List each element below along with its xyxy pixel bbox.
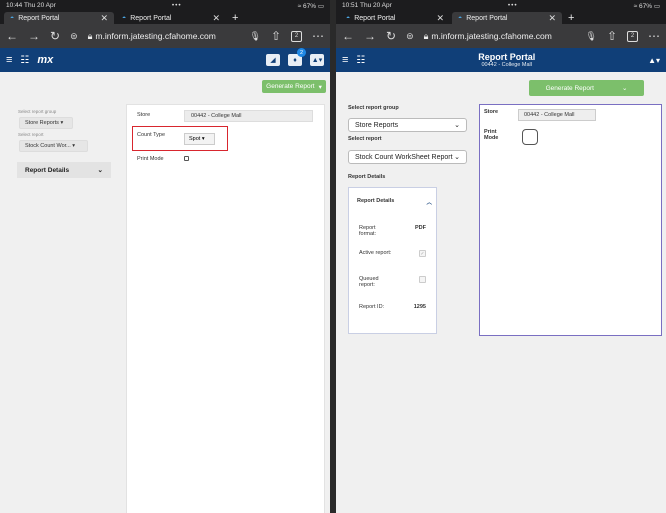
report-group-select[interactable]: Store Reports ▾ xyxy=(19,117,73,129)
report-details-heading: Report Details xyxy=(348,174,386,180)
close-tab-icon[interactable]: ✕ xyxy=(100,13,108,24)
detail-row: Active report: ✓ xyxy=(359,250,426,257)
address-bar: ← → ↻ ⊜ 🔒︎ m.inform.jatesting.cfahome.com… xyxy=(336,24,666,48)
detail-row: Queued report: xyxy=(349,276,436,288)
print-mode-checkbox[interactable] xyxy=(184,156,189,161)
report-details-toggle[interactable]: Report Details ⌄ xyxy=(17,162,111,178)
portal-favicon-icon: ◓ xyxy=(458,14,463,22)
report-params-panel: Store 00442 - College Mall Print Mode xyxy=(479,104,662,336)
url-field[interactable]: 🔒︎ m.inform.jatesting.cfahome.com xyxy=(88,31,240,42)
chevron-down-icon: ⌄ xyxy=(621,85,628,92)
print-mode-label: Print Mode xyxy=(137,156,164,162)
browser-tab[interactable]: ◓ Report Portal ✕ xyxy=(452,12,562,24)
more-icon[interactable]: ⋯ xyxy=(312,29,324,43)
url-field[interactable]: 🔒︎ m.inform.jatesting.cfahome.com xyxy=(424,31,576,42)
mic-icon[interactable]: 🎙︎ xyxy=(586,31,597,42)
reader-icon[interactable]: ⊜ xyxy=(406,31,414,42)
forward-icon[interactable]: → xyxy=(364,29,376,43)
portal-favicon-icon: ◓ xyxy=(10,14,15,22)
browser-tab[interactable]: ◓ Report Portal ✕ xyxy=(340,12,450,24)
menu-icon[interactable]: ≡ xyxy=(342,54,348,66)
tab-count-button[interactable]: 2 xyxy=(627,30,638,42)
browser-tab[interactable]: ◓ Report Portal ✕ xyxy=(116,12,226,24)
notifications-icon[interactable]: ♦ 2 xyxy=(288,48,306,66)
reader-icon[interactable]: ⊜ xyxy=(70,31,78,42)
store-label: Store xyxy=(484,109,499,115)
app-logo: mx xyxy=(37,54,54,66)
count-type-select[interactable]: Spot ▾ xyxy=(184,133,215,145)
left-screenshot: 10:44 Thu 20 Apr ••• ≈ 67% ▭ ◓ Report Po… xyxy=(0,0,330,513)
user-menu-icon[interactable]: ▲▾ xyxy=(310,54,324,66)
list-icon[interactable]: ☷ xyxy=(356,55,365,66)
report-select[interactable]: Stock Count Wor... ▾ xyxy=(19,140,88,152)
report-params-panel: Store 00442 - College Mall Count Type Sp… xyxy=(126,104,325,513)
right-screenshot: 10:51 Thu 20 Apr ••• ≈ 67% ▭ ◓ Report Po… xyxy=(336,0,666,513)
chevron-down-icon: ▾ xyxy=(318,83,322,91)
page-content: Generate Report ⌄ Select report group Sto… xyxy=(336,72,666,513)
select-group-label: Select report group xyxy=(348,105,399,111)
browser-tab-bar: ◓ Report Portal ✕ ◓ Report Portal ✕ + xyxy=(0,11,330,24)
browser-tab[interactable]: ◓ Report Portal ✕ xyxy=(4,12,114,24)
store-field: 00442 - College Mall xyxy=(184,110,313,122)
report-group-select[interactable]: Store Reports ⌄ xyxy=(348,118,467,132)
tab-count-button[interactable]: 2 xyxy=(291,30,302,42)
notification-badge: 2 xyxy=(297,48,306,57)
user-menu-icon[interactable]: ▲▾ xyxy=(648,56,660,65)
queued-report-checkbox xyxy=(419,276,426,283)
forward-icon[interactable]: → xyxy=(28,29,40,43)
back-icon[interactable]: ← xyxy=(6,29,18,43)
select-report-label: Select report xyxy=(18,132,44,137)
app-header: ≡ ☷ mx ◢ ♦ 2 ▲▾ xyxy=(0,48,330,72)
store-label: Store xyxy=(137,112,151,118)
print-mode-label: Print Mode xyxy=(484,129,499,141)
close-tab-icon[interactable]: ✕ xyxy=(548,13,556,24)
edit-icon[interactable]: ◢ xyxy=(266,54,280,66)
report-select[interactable]: Stock Count WorkSheet Report ⌄ xyxy=(348,150,467,164)
reload-icon[interactable]: ↻ xyxy=(386,29,396,43)
app-title-block: Report Portal 00442 - College Mall xyxy=(373,52,640,68)
portal-favicon-icon: ◓ xyxy=(122,14,127,22)
report-details-box: Report Details ︿ Report format: PDF Active… xyxy=(348,187,437,334)
status-bar: 10:51 Thu 20 Apr ••• ≈ 67% ▭ xyxy=(336,0,666,11)
store-field: 00442 - College Mall xyxy=(518,109,596,121)
reload-icon[interactable]: ↻ xyxy=(50,29,60,43)
menu-icon[interactable]: ≡ xyxy=(6,54,12,66)
page-content: Generate Report ▾ Select report group Sto… xyxy=(0,72,330,513)
select-group-label: Select report group xyxy=(18,109,57,114)
new-tab-icon[interactable]: + xyxy=(232,12,238,24)
status-bar: 10:44 Thu 20 Apr ••• ≈ 67% ▭ xyxy=(0,0,330,11)
share-icon[interactable]: ⇧ xyxy=(607,29,617,43)
app-subtitle: 00442 - College Mall xyxy=(481,62,532,68)
list-icon[interactable]: ☷ xyxy=(20,55,29,66)
active-report-checkbox: ✓ xyxy=(419,250,426,257)
share-icon[interactable]: ⇧ xyxy=(271,29,281,43)
browser-tab-bar: ◓ Report Portal ✕ ◓ Report Portal ✕ + xyxy=(336,11,666,24)
detail-row: Report ID: 1295 xyxy=(359,304,426,310)
portal-favicon-icon: ◓ xyxy=(346,14,351,22)
close-tab-icon[interactable]: ✕ xyxy=(212,13,220,24)
mic-icon[interactable]: 🎙︎ xyxy=(250,31,261,42)
select-report-label: Select report xyxy=(348,136,382,142)
app-title: Report Portal xyxy=(478,52,536,62)
generate-report-button[interactable]: Generate Report ⌄ xyxy=(529,80,644,96)
chevron-down-icon: ⌄ xyxy=(454,154,460,161)
chevron-down-icon: ⌄ xyxy=(97,167,103,174)
print-mode-checkbox[interactable] xyxy=(522,129,538,145)
new-tab-icon[interactable]: + xyxy=(568,12,574,24)
app-header: ≡ ☷ Report Portal 00442 - College Mall ▲… xyxy=(336,48,666,72)
chevron-up-icon: ︿ xyxy=(426,200,432,206)
chevron-down-icon: ⌄ xyxy=(454,122,460,129)
back-icon[interactable]: ← xyxy=(342,29,354,43)
count-type-label: Count Type xyxy=(137,132,166,138)
report-details-toggle[interactable]: Report Details ︿ xyxy=(357,198,432,206)
detail-row: Report format: PDF xyxy=(359,225,426,237)
more-icon[interactable]: ⋯ xyxy=(648,29,660,43)
generate-report-button[interactable]: Generate Report ▾ xyxy=(262,80,326,93)
address-bar: ← → ↻ ⊜ 🔒︎ m.inform.jatesting.cfahome.com… xyxy=(0,24,330,48)
close-tab-icon[interactable]: ✕ xyxy=(436,13,444,24)
